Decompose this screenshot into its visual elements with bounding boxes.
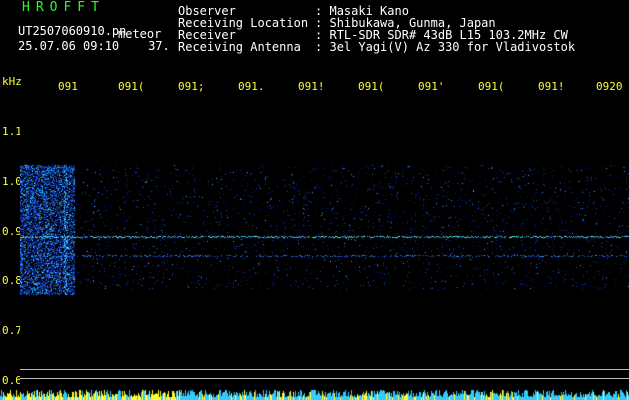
antenna-label: Receiving Antenna (178, 40, 301, 54)
y-label-0-8: 0.8 (2, 274, 22, 287)
axis-unit: kHz (2, 75, 22, 88)
y-label-0-9: 0.9 (2, 225, 22, 238)
reference-line-bottom (20, 378, 629, 379)
y-label-1-0: 1.0 (2, 175, 22, 188)
app-title: HROFFT (22, 0, 105, 15)
y-label-1-1: 1.1 (2, 125, 22, 138)
datetime: 25.07.06 09:10 (18, 39, 120, 53)
signal-level-strip (0, 388, 629, 400)
reference-line-top (20, 369, 629, 370)
time-label-4: 091. (238, 80, 265, 93)
time-label-7: 091' (418, 80, 445, 93)
spectrogram (20, 95, 629, 390)
hrofft-screen: HROFFT UT2507060910.pn meteor 25.07.06 0… (0, 0, 629, 400)
time-label-5: 091! (298, 80, 325, 93)
datetime-line: 25.07.06 09:10 37. (18, 40, 170, 52)
file-name: UT2507060910.pn (18, 24, 127, 38)
y-label-0-6: 0.6 (2, 374, 22, 387)
y-label-0-7: 0.7 (2, 324, 22, 337)
time-label-9: 091! (538, 80, 565, 93)
time-label-1: 091 (58, 80, 78, 93)
antenna-row: Receiving Antenna: 3el Yagi(V) Az 330 fo… (178, 41, 575, 53)
time-label-6: 091( (358, 80, 385, 93)
antenna-value: 3el Yagi(V) Az 330 for Vladivostok (329, 40, 576, 54)
detection-count: 37. (148, 39, 170, 53)
time-label-10: 0920 (596, 80, 623, 93)
time-label-2: 091( (118, 80, 145, 93)
time-label-8: 091( (478, 80, 505, 93)
time-label-3: 091; (178, 80, 205, 93)
antenna-sep: : (315, 40, 323, 54)
